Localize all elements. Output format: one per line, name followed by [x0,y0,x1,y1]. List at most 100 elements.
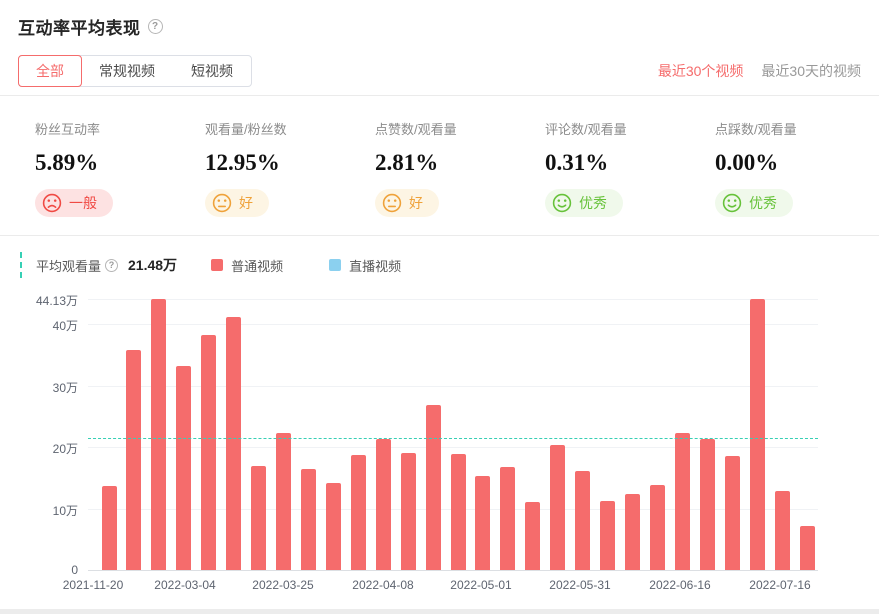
y-axis-tick-label: 20万 [0,440,78,457]
rating-text: 好 [409,193,423,213]
tab-regular-videos[interactable]: 常规视频 [81,56,173,86]
bar-普通视频 [525,502,540,570]
bar-普通视频 [800,526,815,570]
divider [0,95,879,96]
metric-views-per-fan: 观看量/粉丝数 12.95% 好 [205,112,375,218]
bar-普通视频 [201,335,216,570]
rating-badge: 好 [205,189,269,217]
bar-普通视频 [102,486,117,570]
bar-普通视频 [251,466,266,570]
x-axis-tick-label: 2022-05-01 [450,578,511,592]
x-axis-tick-label: 2022-03-04 [154,578,215,592]
rating-badge: 好 [375,189,439,217]
bar-普通视频 [376,439,391,570]
legend-label: 直播视频 [349,256,401,275]
legend-swatch-blue [329,259,341,271]
y-axis-tick-label: 40万 [0,317,78,334]
rating-badge: 一般 [35,189,113,217]
x-axis-tick-label: 2022-06-16 [649,578,710,592]
neutral-face-icon [382,193,402,213]
metric-value: 12.95% [205,150,375,176]
rating-text: 好 [239,193,253,213]
gridline [88,324,818,325]
x-axis-tick-label: 2022-03-25 [252,578,313,592]
metric-label: 观看量/粉丝数 [205,122,375,138]
x-axis-tick-label: 2022-07-16 [749,578,810,592]
tab-all[interactable]: 全部 [18,55,82,87]
y-axis-tick-label: 0 [0,563,78,577]
average-views-label: 平均观看量 ? [36,256,118,275]
rating-text: 优秀 [749,193,777,213]
x-axis-tick-label: 2022-05-31 [549,578,610,592]
sad-face-icon [42,193,62,213]
bar-普通视频 [451,454,466,570]
bar-普通视频 [500,467,515,570]
bar-普通视频 [326,483,341,570]
metric-value: 5.89% [35,150,205,176]
metric-dislikes-per-view: 点踩数/观看量 0.00% 优秀 [715,112,879,218]
legend-swatch-red [211,259,223,271]
range-last-30-days[interactable]: 最近30天的视频 [761,61,861,81]
x-axis-tick-label: 2022-04-08 [352,578,413,592]
legend-item-live-video[interactable]: 直播视频 [329,256,401,275]
smile-face-icon [722,193,742,213]
rating-text: 一般 [69,193,97,213]
smile-face-icon [552,193,572,213]
bar-普通视频 [126,350,141,570]
bar-普通视频 [276,433,291,570]
y-axis-tick-label: 10万 [0,502,78,519]
metrics-row: 粉丝互动率 5.89% 一般 观看量/粉丝数 12.95% [35,112,879,218]
engagement-dashboard: 互动率平均表现 ? 全部 常规视频 短视频 最近30个视频 最近30天的视频 粉… [0,0,879,614]
video-type-tabs: 全部 常规视频 短视频 [18,55,252,87]
average-views-text: 平均观看量 [36,256,101,275]
bar-普通视频 [600,501,615,570]
metric-value: 2.81% [375,150,545,176]
average-views-value: 21.48万 [128,255,177,275]
chart-legend-row: 平均观看量 ? 21.48万 普通视频 直播视频 [20,252,401,278]
page-title: 互动率平均表现 [18,14,141,39]
metric-comments-per-view: 评论数/观看量 0.31% 优秀 [545,112,715,218]
average-help-icon[interactable]: ? [105,259,118,272]
bar-普通视频 [151,299,166,570]
bar-普通视频 [750,299,765,570]
average-line-indicator [20,252,22,278]
bar-普通视频 [426,405,441,570]
average-dashed-line [88,438,818,439]
metric-label: 评论数/观看量 [545,122,715,138]
tab-short-videos[interactable]: 短视频 [173,56,251,86]
bar-普通视频 [176,366,191,570]
bar-普通视频 [475,476,490,570]
header: 互动率平均表现 ? [18,14,163,39]
x-axis-line [88,570,818,571]
metric-label: 点踩数/观看量 [715,122,879,138]
legend-label: 普通视频 [231,256,283,275]
help-icon[interactable]: ? [148,19,163,34]
bar-普通视频 [575,471,590,570]
metric-label: 点赞数/观看量 [375,122,545,138]
bottom-scrollbar-track[interactable] [0,609,879,614]
legend-item-normal-video[interactable]: 普通视频 [211,256,283,275]
range-last-30-videos[interactable]: 最近30个视频 [658,61,744,81]
x-axis-tick-label: 2021-11-20 [63,578,124,592]
neutral-face-icon [212,193,232,213]
bar-plot [88,299,818,570]
metric-fan-engagement: 粉丝互动率 5.89% 一般 [35,112,205,218]
bar-普通视频 [675,433,690,570]
y-axis-tick-label: 30万 [0,379,78,396]
range-toggle: 最近30个视频 最近30天的视频 [658,61,861,81]
bar-普通视频 [725,456,740,570]
bar-普通视频 [650,485,665,570]
rating-badge: 优秀 [715,189,793,217]
rating-badge: 优秀 [545,189,623,217]
metric-likes-per-view: 点赞数/观看量 2.81% 好 [375,112,545,218]
bar-普通视频 [226,317,241,570]
rating-text: 优秀 [579,193,607,213]
bar-普通视频 [550,445,565,570]
metric-value: 0.00% [715,150,879,176]
bar-普通视频 [700,439,715,570]
gridline [88,386,818,387]
bar-普通视频 [401,453,416,570]
metric-label: 粉丝互动率 [35,122,205,138]
bar-普通视频 [775,491,790,570]
gridline [88,299,818,300]
